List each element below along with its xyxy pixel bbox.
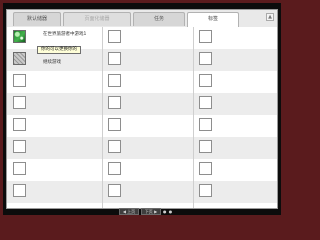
page-dots-icon: ● ● xyxy=(163,209,173,214)
empty-slot[interactable] xyxy=(199,52,212,65)
empty-slot[interactable] xyxy=(108,74,121,87)
empty-slot[interactable] xyxy=(199,140,212,153)
app-window: 默认储器 页面化储器 任务 标签 ▲ 在世界旅游者中游戏1 继续游戏 你的可以更… xyxy=(3,3,281,215)
empty-slot[interactable] xyxy=(13,140,26,153)
empty-slot[interactable] xyxy=(199,162,212,175)
empty-slot[interactable] xyxy=(13,162,26,175)
next-page-button[interactable]: 下页 ▶ xyxy=(141,208,161,215)
prev-page-button[interactable]: ◀ 上页 xyxy=(119,208,139,215)
empty-slot[interactable] xyxy=(108,184,121,197)
tooltip: 你的可以更换你的 xyxy=(37,46,81,54)
grid-row xyxy=(7,71,277,93)
empty-slot[interactable] xyxy=(199,96,212,109)
save-item-label: 继续游戏 xyxy=(43,60,61,65)
save-thumbnail-gray[interactable] xyxy=(13,52,26,65)
column-divider xyxy=(102,27,103,208)
save-thumbnail-green[interactable] xyxy=(13,30,26,43)
empty-slot[interactable] xyxy=(199,118,212,131)
empty-slot[interactable] xyxy=(13,184,26,197)
tab-page-storage[interactable]: 页面化储器 xyxy=(63,12,131,26)
empty-slot[interactable] xyxy=(108,96,121,109)
empty-slot[interactable] xyxy=(108,30,121,43)
grid-row xyxy=(7,181,277,203)
empty-slot[interactable] xyxy=(108,140,121,153)
empty-slot[interactable] xyxy=(199,74,212,87)
grid-row xyxy=(7,93,277,115)
grid-row xyxy=(7,159,277,181)
tab-tasks[interactable]: 任务 xyxy=(133,12,185,26)
empty-slot[interactable] xyxy=(199,30,212,43)
empty-slot[interactable] xyxy=(13,96,26,109)
empty-slot[interactable] xyxy=(108,162,121,175)
save-panel: 默认储器 页面化储器 任务 标签 ▲ 在世界旅游者中游戏1 继续游戏 你的可以更… xyxy=(6,9,278,209)
tab-default-storage[interactable]: 默认储器 xyxy=(13,12,61,26)
column-divider xyxy=(193,27,194,208)
empty-slot[interactable] xyxy=(108,52,121,65)
grid-row xyxy=(7,115,277,137)
empty-slot[interactable] xyxy=(13,74,26,87)
tab-tags[interactable]: 标签 xyxy=(187,12,239,27)
grid-row xyxy=(7,137,277,159)
empty-slot[interactable] xyxy=(108,118,121,131)
empty-slot[interactable] xyxy=(13,118,26,131)
empty-slot[interactable] xyxy=(199,184,212,197)
save-item-label: 在世界旅游者中游戏1 xyxy=(43,32,87,37)
scroll-up-icon[interactable]: ▲ xyxy=(266,13,274,21)
tab-bar: 默认储器 页面化储器 任务 标签 ▲ xyxy=(7,10,277,28)
